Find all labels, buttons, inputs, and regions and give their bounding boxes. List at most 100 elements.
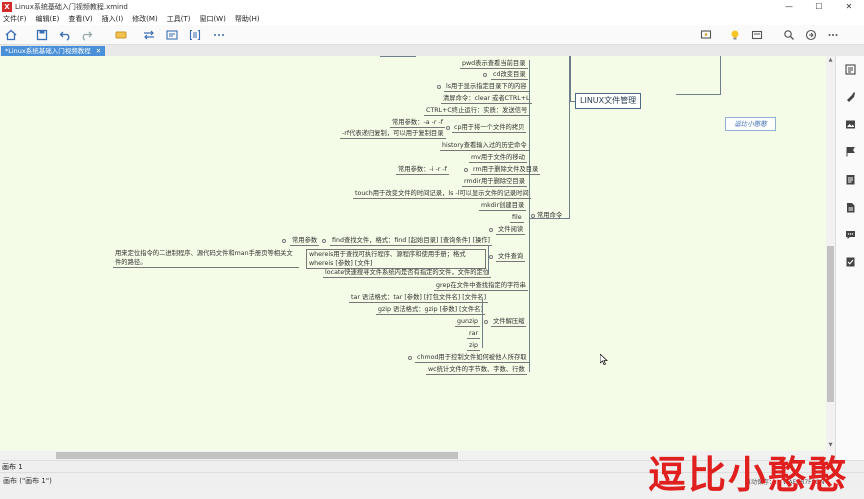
collapse-dot[interactable] — [464, 168, 468, 172]
node-ctrl-c[interactable]: CTRL+C终止运行：实质：发送信号 — [424, 106, 530, 116]
menu-file[interactable]: 文件(F) — [3, 14, 27, 24]
image-view-icon[interactable] — [750, 28, 764, 42]
menu-view[interactable]: 查看(V) — [68, 14, 92, 24]
marker-flag-icon[interactable] — [845, 146, 856, 157]
document-icon[interactable] — [845, 202, 856, 213]
node-cp-rf[interactable]: -rf代表递归复制，可以用于复制目录 — [340, 129, 446, 139]
menu-modify[interactable]: 修改(M) — [132, 14, 158, 24]
topic-style-icon[interactable] — [114, 28, 128, 42]
node-wc[interactable]: wc统计文件的字节数、字数、行数 — [426, 365, 527, 375]
node-zip[interactable]: zip — [467, 341, 481, 351]
node-mkdir[interactable]: mkdir创建目录 — [479, 201, 527, 211]
window-title: Linux系统基础入门视频教程.xmind — [15, 2, 128, 11]
main-topic[interactable]: LINUX文件管理 — [575, 93, 642, 109]
node-find-params[interactable]: 常用参数 — [290, 236, 320, 246]
connector — [570, 56, 571, 102]
relationship-icon[interactable] — [142, 28, 156, 42]
menu-tools[interactable]: 工具(T) — [167, 14, 191, 24]
collapse-dot[interactable] — [437, 85, 441, 89]
format-brush-icon[interactable] — [845, 91, 856, 102]
collapse-dot[interactable] — [531, 214, 535, 218]
undo-icon[interactable] — [58, 28, 72, 42]
node-locate[interactable]: locate快速搜寻文件系统内是否有指定的文件，文件的定位 — [323, 268, 492, 278]
connector — [482, 299, 483, 348]
mindmap-canvas[interactable]: LINUX文件管理 逗比小憨憨 常用命令 pwd表示查看当前目录 cd改变目录 … — [0, 56, 826, 451]
node-rm-params[interactable]: 常用参数：-i -r -f — [396, 165, 449, 175]
summary-icon[interactable] — [165, 28, 179, 42]
close-window-button[interactable]: ✕ — [834, 0, 864, 13]
mouse-cursor-icon — [599, 353, 609, 367]
share-icon[interactable] — [804, 28, 818, 42]
presentation-icon[interactable] — [699, 28, 713, 42]
node-find[interactable]: find查找文件，格式：find [起始目录] [查询条件] [操作] — [330, 236, 492, 246]
task-icon[interactable] — [845, 256, 856, 267]
tab-close-icon[interactable]: ✕ — [96, 46, 101, 56]
node-cp[interactable]: cp用于将一个文件的拷贝 — [452, 123, 527, 133]
properties-icon[interactable] — [845, 64, 856, 75]
lightbulb-icon[interactable] — [728, 28, 742, 42]
note-icon[interactable] — [845, 174, 856, 185]
node-gunzip[interactable]: gunzip — [455, 317, 481, 327]
node-touch[interactable]: touch用于改变文件的时间记录，ls -l可以显示文件的记录时间 — [353, 189, 531, 199]
menu-window[interactable]: 窗口(W) — [199, 14, 225, 24]
comment-icon[interactable] — [845, 229, 856, 240]
save-icon[interactable] — [35, 28, 49, 42]
node-rar[interactable]: rar — [467, 329, 481, 339]
toolbar — [0, 25, 864, 45]
redo-icon[interactable] — [80, 28, 94, 42]
collapse-dot[interactable] — [484, 320, 488, 324]
node-clear[interactable]: 清屏命令：clear 或者CTRL+L — [441, 94, 532, 104]
node-whereis[interactable]: whereis用于查找可执行程序、源程序和使用手册；格式whereis [参数]… — [306, 249, 486, 269]
search-icon[interactable] — [782, 28, 796, 42]
connector — [569, 56, 570, 218]
image-icon[interactable] — [845, 119, 856, 130]
floating-topic[interactable]: 逗比小憨憨 — [725, 117, 776, 131]
node-file[interactable]: file — [510, 213, 524, 223]
node-whereis-desc[interactable]: 用来定位指令的二进制程序、源代码文件和man手册页等相关文件的路径。 — [113, 249, 299, 268]
more-options-icon[interactable] — [212, 28, 226, 42]
collapse-dot[interactable] — [489, 228, 493, 232]
menu-insert[interactable]: 插入(I) — [102, 14, 124, 24]
collapse-dot[interactable] — [489, 255, 493, 259]
node-history[interactable]: history查看输入过的历史命令 — [440, 141, 529, 151]
node-gzip[interactable]: gzip 语法格式：gzip [参数] [文件名] — [376, 305, 485, 315]
node-decompress[interactable]: 文件解压缩 — [491, 317, 527, 327]
collapse-dot[interactable] — [483, 73, 487, 77]
boundary-icon[interactable] — [188, 28, 202, 42]
horizontal-scroll-thumb[interactable] — [56, 452, 458, 459]
node-grep[interactable]: grep在文件中查找指定的字符串 — [434, 281, 528, 291]
vertical-scrollbar[interactable]: ▲ ▼ — [826, 56, 835, 451]
sheet-tab[interactable]: 画布 1 — [2, 462, 23, 472]
collapse-dot[interactable] — [282, 239, 286, 243]
overflow-menu-icon[interactable] — [826, 28, 840, 42]
minimize-button[interactable]: — — [774, 0, 804, 13]
node-pwd[interactable]: pwd表示查看当前目录 — [460, 59, 528, 69]
watermark-text: 逗比小憨憨 — [648, 452, 849, 497]
node-file-reading[interactable]: 文件阅读 — [496, 225, 526, 235]
node-cd[interactable]: cd改变目录 — [491, 70, 528, 80]
node-mv[interactable]: mv用于文件的移动 — [469, 153, 527, 163]
document-tab-bar: *Linux系统基础入门视频教程 ✕ — [0, 45, 864, 56]
node-chmod[interactable]: chmod用于控制文件如何被他人所存取 — [415, 353, 529, 363]
collapse-dot[interactable] — [322, 239, 326, 243]
app-logo-icon: X — [2, 1, 12, 12]
collapse-dot[interactable] — [408, 356, 412, 360]
scroll-up-icon[interactable]: ▲ — [826, 57, 835, 63]
menu-help[interactable]: 帮助(H) — [235, 14, 260, 24]
tab-document-label: *Linux系统基础入门视频教程 — [5, 47, 91, 55]
tab-document[interactable]: *Linux系统基础入门视频教程 ✕ — [1, 46, 106, 56]
node-file-search[interactable]: 文件查询 — [496, 252, 526, 262]
node-rm[interactable]: rm用于删除文件及目录 — [471, 165, 541, 175]
maximize-button[interactable]: ☐ — [804, 0, 834, 13]
home-icon[interactable] — [4, 28, 18, 42]
branch-common-commands[interactable]: 常用命令 — [537, 211, 562, 220]
node-ls[interactable]: ls用于显示指定目录下的内容 — [444, 82, 529, 92]
node-cp-params[interactable]: 常用参数：-a -r -f — [390, 118, 445, 128]
connector — [380, 56, 416, 57]
node-rmdir[interactable]: rmdir用于删除空目录 — [462, 177, 528, 187]
node-tar[interactable]: tar 语法格式：tar [参数] [打包文件名] [文件名] — [349, 293, 489, 303]
menu-edit[interactable]: 编辑(E) — [36, 14, 60, 24]
collapse-dot[interactable] — [446, 126, 450, 130]
vertical-scroll-thumb[interactable] — [827, 246, 834, 402]
connector — [720, 56, 721, 94]
